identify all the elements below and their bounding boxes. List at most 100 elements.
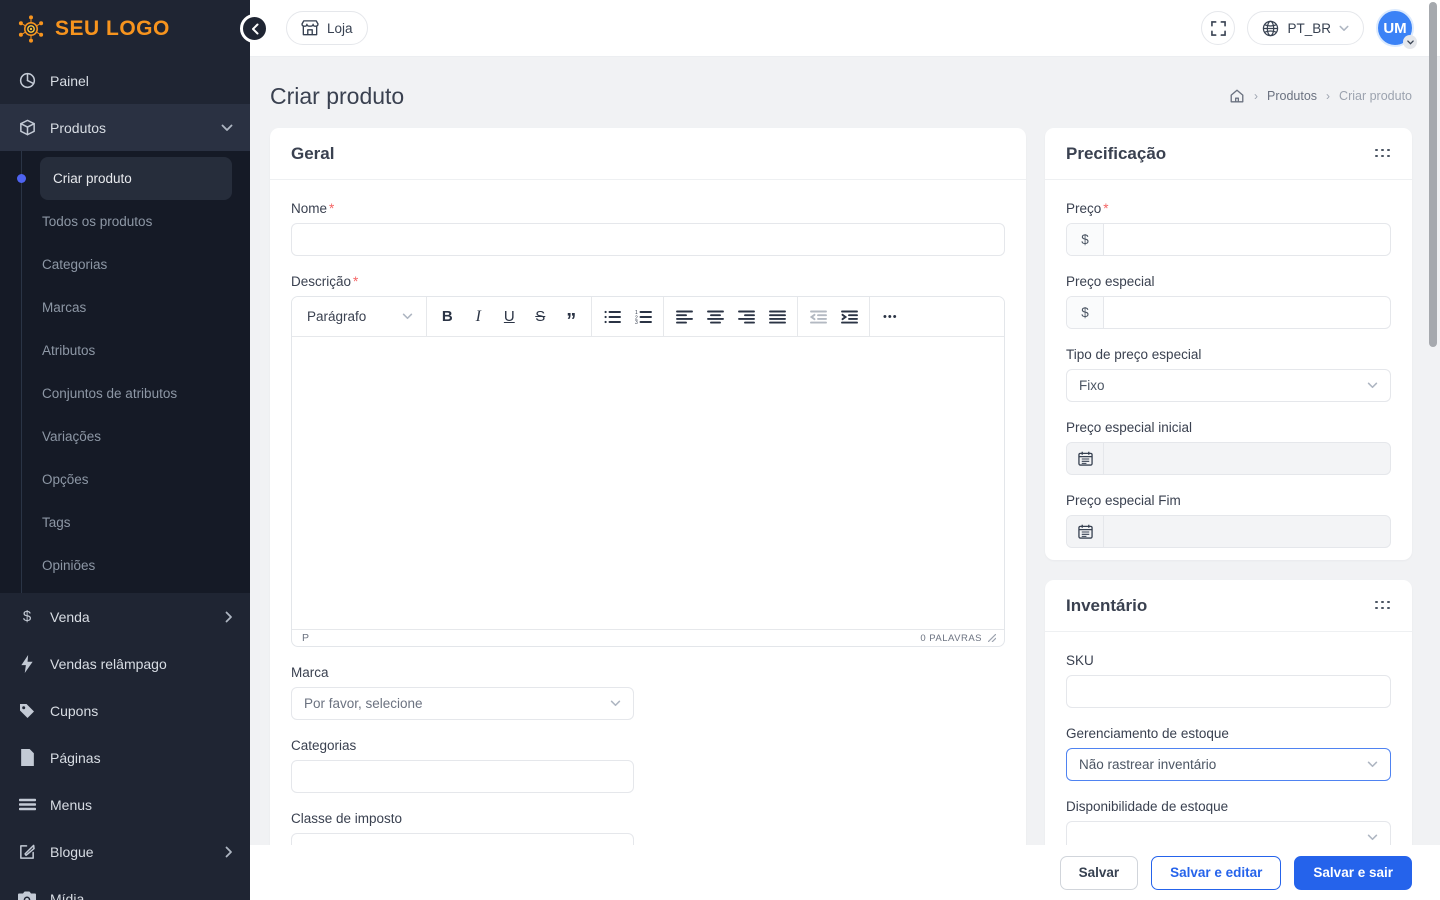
special-price-label: Preço especial — [1066, 274, 1391, 289]
paragraph-style-select[interactable]: Parágrafo — [297, 309, 421, 324]
sidebar-subitem-tags[interactable]: Tags — [40, 501, 250, 544]
price-input[interactable] — [1104, 224, 1390, 255]
currency-symbol: $ — [1067, 297, 1104, 328]
camera-icon — [17, 889, 37, 900]
box-icon — [17, 118, 37, 138]
tax-class-label: Classe de imposto — [291, 811, 634, 826]
special-price-type-value: Fixo — [1079, 378, 1105, 393]
special-price-type-select[interactable]: Fixo — [1066, 369, 1391, 402]
sku-input[interactable] — [1066, 675, 1391, 708]
sidebar: SEU LOGO Painel Produtos — [0, 0, 250, 900]
sidebar-subitem-label: Opiniões — [42, 558, 95, 573]
brand-select-value: Por favor, selecione — [304, 696, 423, 711]
chevron-left-icon — [251, 23, 259, 35]
name-input[interactable] — [291, 223, 1005, 256]
sidebar-subitem-categorias[interactable]: Categorias — [40, 243, 250, 286]
sidebar-item-midia[interactable]: Mídia — [0, 875, 250, 900]
inventory-card: Inventário SKU Gerenciamento de estoque — [1045, 580, 1412, 862]
sidebar-subitem-opcoes[interactable]: Opções — [40, 458, 250, 501]
special-price-input-group: $ — [1066, 296, 1391, 329]
submenu-guide-line — [21, 151, 22, 593]
categories-input[interactable] — [291, 760, 634, 793]
special-price-from-input[interactable] — [1104, 443, 1390, 474]
sidebar-subitem-conjuntos-de-atributos[interactable]: Conjuntos de atributos — [40, 372, 250, 415]
editor-text-area[interactable] — [292, 337, 1004, 629]
sidebar-subitem-marcas[interactable]: Marcas — [40, 286, 250, 329]
indent-button[interactable] — [834, 302, 864, 332]
chevron-down-icon — [1367, 761, 1378, 768]
sidebar-item-label: Painel — [50, 73, 89, 89]
editor-toolbar: Parágrafo B I U S ” — [292, 297, 1004, 337]
align-left-button[interactable] — [669, 302, 699, 332]
store-button[interactable]: Loja — [286, 11, 368, 45]
editor-status-bar: P 0 PALAVRAS — [292, 629, 1004, 646]
logo-text: SEU LOGO — [55, 17, 170, 41]
sidebar-item-label: Cupons — [50, 703, 98, 719]
sidebar-item-cupons[interactable]: Cupons — [0, 687, 250, 734]
blockquote-button[interactable]: ” — [556, 302, 586, 332]
editor-element-path: P — [302, 632, 309, 644]
chevron-right-icon — [225, 611, 233, 623]
more-options-button[interactable]: ••• — [875, 302, 905, 332]
strikethrough-button[interactable]: S — [525, 302, 555, 332]
store-button-label: Loja — [327, 21, 353, 36]
sidebar-item-menus[interactable]: Menus — [0, 781, 250, 828]
sidebar-subitem-opinioes[interactable]: Opiniões — [40, 544, 250, 587]
underline-button[interactable]: U — [494, 302, 524, 332]
special-price-input[interactable] — [1104, 297, 1390, 328]
brand-select[interactable]: Por favor, selecione — [291, 687, 634, 720]
breadcrumb-separator: › — [1326, 89, 1330, 103]
outdent-button[interactable] — [803, 302, 833, 332]
stock-management-select[interactable]: Não rastrear inventário — [1066, 748, 1391, 781]
page-title: Criar produto — [270, 83, 404, 110]
fullscreen-button[interactable] — [1201, 11, 1235, 45]
sidebar-item-label: Blogue — [50, 844, 94, 860]
sidebar-item-label: Mídia — [50, 891, 84, 900]
sidebar-subitem-atributos[interactable]: Atributos — [40, 329, 250, 372]
sidebar-collapse-button[interactable] — [240, 14, 269, 43]
home-icon[interactable] — [1229, 88, 1245, 104]
stock-availability-label: Disponibilidade de estoque — [1066, 799, 1391, 814]
numbered-list-button[interactable]: 123 — [628, 302, 658, 332]
sidebar-item-venda[interactable]: $ Venda — [0, 593, 250, 640]
logo[interactable]: SEU LOGO — [0, 0, 250, 57]
resize-grip-icon[interactable] — [988, 634, 996, 642]
bullet-list-button[interactable] — [597, 302, 627, 332]
chevron-down-icon — [1367, 382, 1378, 389]
drag-handle-icon[interactable] — [1375, 601, 1391, 611]
sidebar-subitem-variacoes[interactable]: Variações — [40, 415, 250, 458]
align-justify-button[interactable] — [762, 302, 792, 332]
sku-label: SKU — [1066, 653, 1391, 668]
align-right-button[interactable] — [731, 302, 761, 332]
save-and-exit-button[interactable]: Salvar e sair — [1294, 856, 1412, 890]
special-price-from-input-group — [1066, 442, 1391, 475]
save-and-edit-button[interactable]: Salvar e editar — [1151, 856, 1281, 890]
breadcrumb-item-produtos[interactable]: Produtos — [1267, 89, 1317, 103]
fullscreen-icon — [1211, 21, 1226, 36]
price-input-group: $ — [1066, 223, 1391, 256]
sidebar-item-produtos[interactable]: Produtos — [0, 104, 250, 151]
sidebar-item-paginas[interactable]: Páginas — [0, 734, 250, 781]
bold-button[interactable]: B — [432, 302, 462, 332]
italic-button[interactable]: I — [463, 302, 493, 332]
sidebar-subitem-todos-os-produtos[interactable]: Todos os produtos — [40, 200, 250, 243]
stock-management-label: Gerenciamento de estoque — [1066, 726, 1391, 741]
user-menu[interactable]: UM — [1376, 9, 1414, 47]
save-button[interactable]: Salvar — [1060, 856, 1139, 890]
sidebar-subitem-criar-produto[interactable]: Criar produto — [40, 157, 232, 200]
vertical-scrollbar[interactable] — [1429, 2, 1437, 347]
sidebar-item-vendas-relampago[interactable]: Vendas relâmpago — [0, 640, 250, 687]
special-price-to-input[interactable] — [1104, 516, 1390, 547]
produtos-submenu: Criar produto Todos os produtos Categori… — [0, 151, 250, 593]
drag-handle-icon[interactable] — [1375, 149, 1391, 159]
sidebar-subitem-label: Criar produto — [53, 171, 132, 186]
description-label: Descrição* — [291, 274, 1005, 289]
sidebar-item-painel[interactable]: Painel — [0, 57, 250, 104]
sidebar-item-blogue[interactable]: Blogue — [0, 828, 250, 875]
language-label: PT_BR — [1287, 21, 1331, 36]
pricing-card-title: Precificação — [1066, 144, 1166, 164]
pricing-card: Precificação Preço* $ — [1045, 128, 1412, 560]
align-center-button[interactable] — [700, 302, 730, 332]
chevron-right-icon — [225, 846, 233, 858]
language-selector[interactable]: PT_BR — [1247, 11, 1364, 45]
